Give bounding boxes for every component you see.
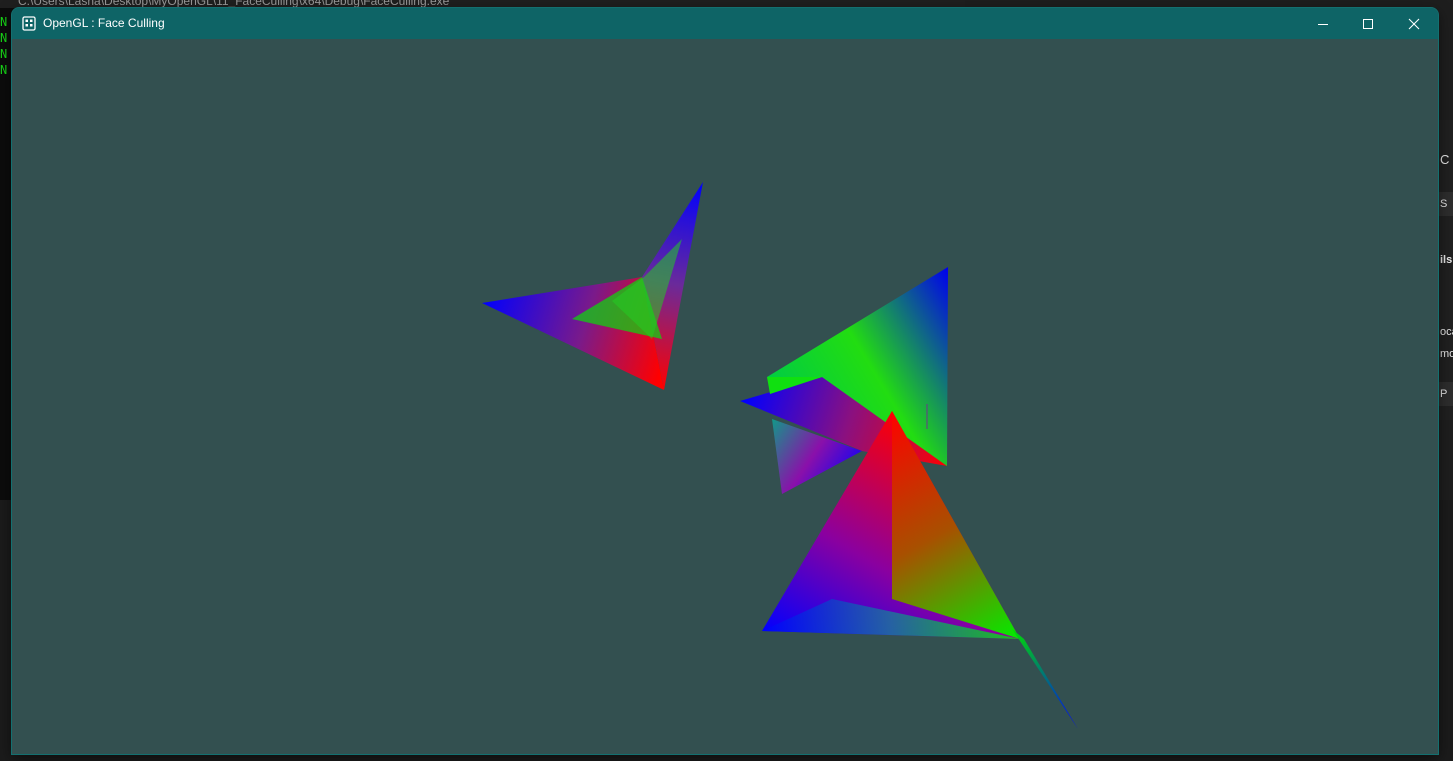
maximize-button[interactable] — [1345, 8, 1391, 39]
minimize-icon — [1318, 23, 1328, 25]
window-title: OpenGL : Face Culling — [43, 16, 165, 30]
close-button[interactable] — [1391, 8, 1437, 39]
close-icon — [1408, 18, 1420, 29]
bg-fragment: oca — [1440, 326, 1453, 338]
console-path: C:\Users\Lasha\Desktop\MyOpenGL\11_FaceC… — [18, 0, 450, 8]
render-viewport[interactable] — [12, 39, 1438, 754]
bg-fragment: mo — [1440, 348, 1453, 360]
console-titlebar: C:\Users\Lasha\Desktop\MyOpenGL\11_FaceC… — [0, 0, 965, 8]
console-line: N — [0, 63, 8, 77]
console-line: N — [0, 15, 8, 29]
bg-fragment: S — [1440, 198, 1448, 210]
bg-fragment: C — [1440, 152, 1450, 167]
console-line: N — [0, 47, 8, 61]
minimize-button[interactable] — [1300, 8, 1346, 39]
bg-fragment: ils — [1440, 254, 1453, 266]
maximize-icon — [1363, 18, 1373, 29]
background-app-edge: C S ils oca mo P — [1438, 120, 1453, 420]
bg-fragment: P — [1440, 388, 1448, 400]
opengl-window[interactable]: OpenGL : Face Culling — [12, 8, 1438, 754]
console-line: N — [0, 31, 8, 45]
triangle-upper-left — [482, 182, 703, 390]
app-icon — [22, 16, 36, 31]
window-titlebar[interactable]: OpenGL : Face Culling — [12, 8, 1438, 39]
console-output: N N N N — [0, 14, 7, 78]
